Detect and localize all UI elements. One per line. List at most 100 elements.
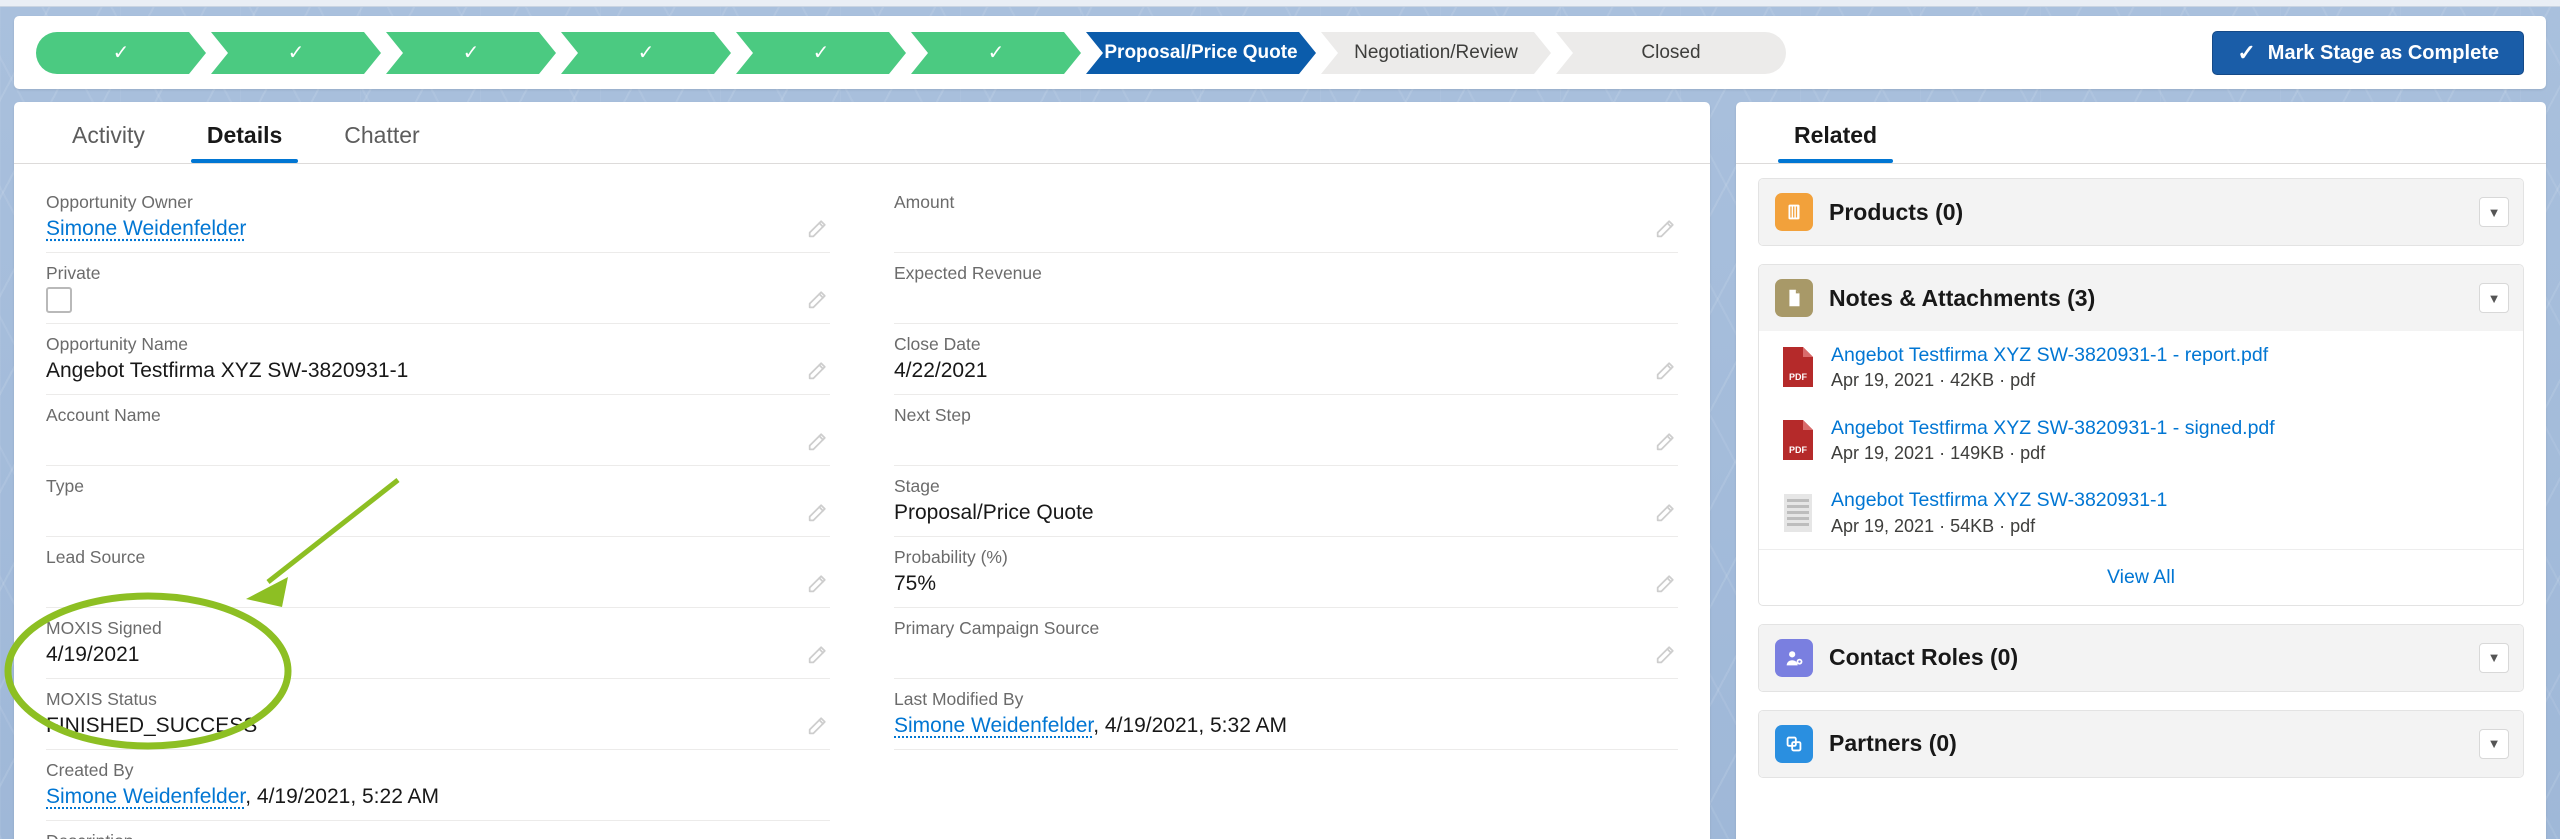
private-checkbox[interactable] [46, 287, 72, 313]
related-panel: Related Products (0) ▼ Notes & Attachments… [1736, 102, 2546, 839]
attachment-name-link[interactable]: Angebot Testfirma XYZ SW-3820931-1 [1831, 487, 2167, 513]
field-label: Expected Revenue [894, 263, 1042, 283]
field-primary-campaign-source: Primary Campaign Source [894, 608, 1678, 679]
user-link[interactable]: Simone Weidenfelder [46, 216, 830, 242]
sales-path: ✓ ✓ ✓ ✓ ✓ ✓ Proposal/Price Quote Negotiation/Re… [36, 32, 1791, 74]
edit-pencil-icon[interactable] [806, 644, 828, 666]
edit-pencil-icon[interactable] [806, 431, 828, 453]
detail-right-column: Amount Expected Revenue Close Date 4/22/202… [862, 182, 1710, 839]
path-stage-completed-6[interactable]: ✓ [911, 32, 1081, 74]
notes-attachments-icon [1775, 279, 1813, 317]
edit-pencil-icon[interactable] [1654, 644, 1676, 666]
check-icon: ✓ [987, 42, 1005, 64]
edit-pencil-icon[interactable] [1654, 360, 1676, 382]
partners-icon [1775, 724, 1813, 763]
path-stage-completed-5[interactable]: ✓ [736, 32, 906, 74]
path-stage-completed-1[interactable]: ✓ [36, 32, 206, 74]
edit-pencil-icon[interactable] [806, 502, 828, 524]
field-value: 4/22/2021 [894, 359, 988, 382]
path-stage-label: Negotiation/Review [1354, 42, 1518, 63]
browser-chrome-strip [0, 0, 2560, 7]
attachment-row[interactable]: Angebot Testfirma XYZ SW-3820931-1 Apr 19… [1759, 476, 2523, 549]
attachment-row[interactable]: PDF Angebot Testfirma XYZ SW-3820931-1 - … [1759, 404, 2523, 477]
field-value-suffix: , 4/19/2021, 5:32 AM [1093, 714, 1288, 737]
field-value: Proposal/Price Quote [894, 501, 1094, 524]
field-label: Probability (%) [894, 547, 1008, 567]
path-stage-proposal-price-quote[interactable]: Proposal/Price Quote [1086, 32, 1316, 74]
user-link[interactable]: Simone Weidenfelder [894, 714, 1093, 737]
attachment-name-link[interactable]: Angebot Testfirma XYZ SW-3820931-1 - sig… [1831, 415, 2275, 441]
check-icon: ✓ [637, 42, 655, 64]
check-icon: ✓ [812, 42, 830, 64]
svg-text:PDF: PDF [1789, 372, 1808, 382]
path-stage-completed-3[interactable]: ✓ [386, 32, 556, 74]
field-label: Type [46, 476, 84, 496]
mark-stage-complete-label: Mark Stage as Complete [2267, 41, 2499, 64]
field-lead-source: Lead Source [46, 537, 830, 608]
related-card-title: Notes & Attachments (3) [1829, 284, 2096, 311]
sales-path-card: ✓ ✓ ✓ ✓ ✓ ✓ Proposal/Price Quote Negotiation/Re… [14, 16, 2546, 89]
field-close-date: Close Date 4/22/2021 [894, 324, 1678, 395]
edit-pencil-icon[interactable] [1654, 431, 1676, 453]
tab-details[interactable]: Details [181, 122, 308, 163]
edit-pencil-icon[interactable] [1654, 218, 1676, 240]
attachment-text: Angebot Testfirma XYZ SW-3820931-1 - rep… [1831, 342, 2268, 393]
edit-pencil-icon[interactable] [806, 289, 828, 311]
field-label: MOXIS Status [46, 689, 157, 709]
related-tab-strip: Related [1736, 102, 2546, 164]
mark-stage-complete-button[interactable]: ✓ Mark Stage as Complete [2212, 31, 2524, 75]
tab-activity[interactable]: Activity [46, 122, 171, 163]
edit-pencil-icon[interactable] [806, 218, 828, 240]
field-value: Angebot Testfirma XYZ SW-3820931-1 [46, 359, 409, 382]
related-card-title: Partners (0) [1829, 730, 1957, 757]
tab-related[interactable]: Related [1768, 122, 1903, 163]
field-value [894, 287, 1678, 313]
field-label: Close Date [894, 334, 981, 354]
path-stage-negotiation-review[interactable]: Negotiation/Review [1321, 32, 1551, 74]
path-stage-completed-4[interactable]: ✓ [561, 32, 731, 74]
field-moxis-status: MOXIS Status FINISHED_SUCCESS [46, 679, 830, 750]
field-value [46, 500, 830, 526]
chevron-down-icon[interactable]: ▼ [2479, 197, 2509, 227]
chevron-down-icon[interactable]: ▼ [2479, 728, 2509, 759]
edit-pencil-icon[interactable] [806, 360, 828, 382]
field-label: Opportunity Name [46, 334, 189, 354]
chevron-down-icon[interactable]: ▼ [2479, 642, 2509, 673]
edit-pencil-icon[interactable] [806, 573, 828, 595]
tab-chatter[interactable]: Chatter [318, 122, 445, 163]
detail-fields: Opportunity Owner Simone Weidenfelder Priv… [14, 164, 1710, 839]
field-moxis-signed: MOXIS Signed 4/19/2021 [46, 608, 830, 679]
related-card-header[interactable]: Notes & Attachments (3) ▼ [1759, 265, 2523, 331]
path-stage-completed-2[interactable]: ✓ [211, 32, 381, 74]
field-value: FINISHED_SUCCESS [46, 714, 258, 737]
edit-pencil-icon[interactable] [1654, 573, 1676, 595]
view-all-link[interactable]: View All [1759, 548, 2523, 605]
attachment-text: Angebot Testfirma XYZ SW-3820931-1 Apr 19… [1831, 487, 2167, 538]
user-link[interactable]: Simone Weidenfelder [46, 785, 245, 808]
field-label: Last Modified By [894, 689, 1024, 709]
chevron-down-icon[interactable]: ▼ [2479, 283, 2509, 313]
attachment-name-link[interactable]: Angebot Testfirma XYZ SW-3820931-1 - rep… [1831, 342, 2268, 368]
field-value [894, 642, 1678, 668]
attachment-row[interactable]: PDF Angebot Testfirma XYZ SW-3820931-1 - … [1759, 331, 2523, 404]
field-opportunity-name: Opportunity Name Angebot Testfirma XYZ SW… [46, 324, 830, 395]
products-icon [1775, 193, 1813, 231]
field-stage: Stage Proposal/Price Quote [894, 466, 1678, 537]
path-stage-label: Proposal/Price Quote [1104, 42, 1298, 63]
field-value: Simone Weidenfelder, 4/19/2021, 5:22 AM [46, 784, 830, 810]
field-amount: Amount [894, 182, 1678, 253]
svg-text:PDF: PDF [1789, 445, 1808, 455]
edit-pencil-icon[interactable] [1654, 502, 1676, 524]
related-card-header[interactable]: Contact Roles (0) ▼ [1759, 624, 2523, 691]
details-panel: Activity Details Chatter Opportunity Owner… [14, 102, 1710, 839]
field-label: Created By [46, 760, 134, 780]
field-value-suffix: , 4/19/2021, 5:22 AM [245, 785, 440, 808]
related-cards-list: Products (0) ▼ Notes & Attachments (3) ▼ PDF… [1736, 164, 2546, 778]
field-probability: Probability (%) 75% [894, 537, 1678, 608]
path-stage-closed[interactable]: Closed [1556, 32, 1786, 74]
related-card-products-0: Products (0) ▼ [1758, 178, 2524, 246]
related-card-header[interactable]: Products (0) ▼ [1759, 179, 2523, 245]
edit-pencil-icon[interactable] [806, 715, 828, 737]
field-value [46, 429, 830, 455]
related-card-header[interactable]: Partners (0) ▼ [1759, 710, 2523, 777]
